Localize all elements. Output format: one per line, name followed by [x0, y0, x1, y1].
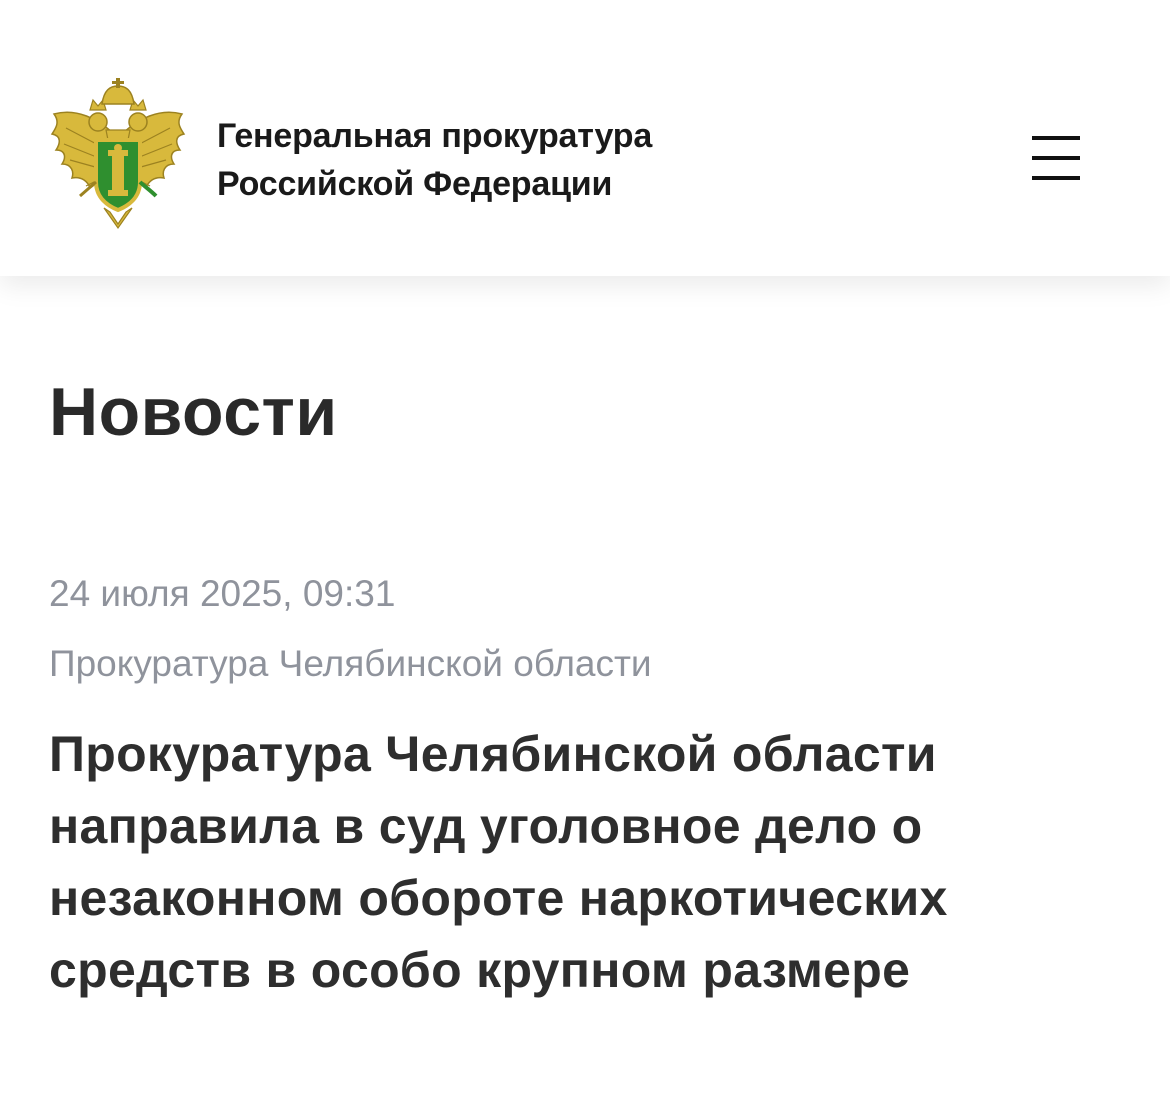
organization-name-line-2: Российской Федерации — [217, 165, 613, 203]
news-source[interactable]: Прокуратура Челябинской области — [49, 640, 652, 688]
news-headline-line: незаконном обороте наркотических — [49, 870, 948, 926]
news-headline-line: направила в суд уголовное дело о — [49, 798, 923, 854]
organization-name[interactable]: Генеральная прокуратура Российской Федер… — [217, 112, 777, 208]
news-headline-line: средств в особо крупном размере — [49, 942, 911, 998]
site-header: Генеральная прокуратура Российской Федер… — [0, 0, 1170, 276]
news-date: 24 июля 2025, 09:31 — [49, 573, 396, 614]
page-title: Новости — [49, 374, 338, 450]
news-headline[interactable]: Прокуратура Челябинской области направил… — [49, 718, 1109, 1006]
news-headline-line: Прокуратура Челябинской области — [49, 726, 937, 782]
menu-button[interactable] — [1020, 128, 1092, 188]
prosecutor-emblem-icon[interactable] — [46, 78, 190, 234]
main-content: Новости 24 июля 2025, 09:31 Прокуратура … — [0, 276, 1170, 1097]
organization-name-line-1: Генеральная прокуратура — [217, 117, 653, 155]
hamburger-menu-icon — [1032, 136, 1080, 180]
